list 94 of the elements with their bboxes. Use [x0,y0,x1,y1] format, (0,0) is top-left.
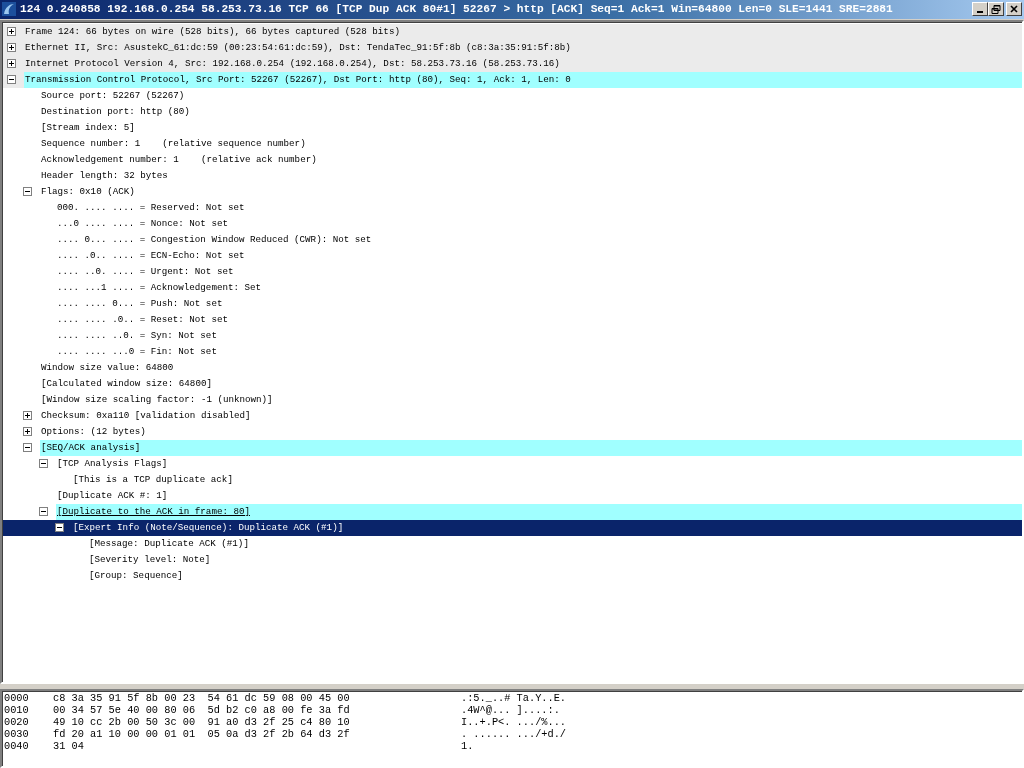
restore-button[interactable] [988,2,1004,17]
close-icon [1010,5,1018,14]
hex-offset: 0030 [4,728,30,741]
tree-row[interactable]: .... .... ..0. = Syn: Not set [3,327,1022,344]
field-text: .... 0... .... = Congestion Window Reduced (CWR): Not set [56,232,373,247]
tree-row[interactable]: [Group: Sequence] [3,567,1022,584]
minimize-button[interactable] [972,2,988,17]
hex-bytes: 31 04 [53,740,85,753]
field-text: Ethernet II, Src: AsustekC_61:dc:59 (00:23:54:61:dc:59), Dst: TendaTec_91:5f:8b (c8:3a:35:91:5f:8b) [24,40,572,55]
hex-bytes: fd 20 a1 10 00 00 01 01 05 0a d3 2f 2b 64 d3 2f [53,728,351,741]
hex-bytes: 00 34 57 5e 40 00 80 06 5d b2 c0 a8 00 fe 3a fd [53,704,351,717]
field-text: Sequence number: 1 (relative sequence number) [40,136,307,151]
ascii-text: I..+.P<. .../%... [461,716,567,729]
field-text: Destination port: http (80) [40,104,191,119]
collapse-icon[interactable] [39,459,48,469]
field-text: Flags: 0x10 (ACK) [40,184,136,199]
field-text: [This is a TCP duplicate ack] [72,472,234,487]
field-text: 000. .... .... = Reserved: Not set [56,200,246,215]
hex-offset: 0010 [4,704,30,717]
tree-row[interactable]: [Stream index: 5] [3,119,1022,136]
ascii-text: .4W^@... ]....:. [461,704,560,717]
hex-offset: 0040 [4,740,30,753]
tree-row[interactable]: [TCP Analysis Flags] [3,455,1022,472]
collapse-icon[interactable] [23,187,32,197]
hex-offset: 0020 [4,716,30,729]
hex-offset: 0000 [4,692,30,705]
field-text: Internet Protocol Version 4, Src: 192.168.0.254 (192.168.0.254), Dst: 58.253.73.16 (58.253.73.16) [24,56,561,71]
field-text: [TCP Analysis Flags] [56,456,169,471]
collapse-icon[interactable] [39,507,48,517]
tree-row[interactable]: .... .... 0... = Push: Not set [3,295,1022,312]
tree-row[interactable]: Flags: 0x10 (ACK) [3,183,1022,200]
field-text: [Calculated window size: 64800] [40,376,213,391]
field-text: .... ...1 .... = Acknowledgement: Set [56,280,262,295]
field-text: .... .... ...0 = Fin: Not set [56,344,218,359]
hex-bytes: c8 3a 35 91 5f 8b 00 23 54 61 dc 59 08 00 45 00 [53,692,351,705]
tree-row[interactable]: [Window size scaling factor: -1 (unknown)] [3,391,1022,408]
ascii-text: 1. [461,740,474,753]
field-text: Window size value: 64800 [40,360,175,375]
tree-row[interactable]: .... ...1 .... = Acknowledgement: Set [3,279,1022,296]
tree-row[interactable]: .... .0.. .... = ECN-Echo: Not set [3,247,1022,264]
field-text: [Expert Info (Note/Sequence): Duplicate ACK (#1)] [72,520,345,535]
field-text: .... .... .0.. = Reset: Not set [56,312,229,327]
field-text: .... .... 0... = Push: Not set [56,296,224,311]
field-text: .... ..0. .... = Urgent: Not set [56,264,235,279]
field-text: [Group: Sequence] [88,568,184,583]
tree-row[interactable]: Acknowledgement number: 1 (relative ack number) [3,151,1022,168]
tree-row[interactable]: 000. .... .... = Reserved: Not set [3,199,1022,216]
restore-icon [991,5,1001,14]
expand-icon[interactable] [7,27,16,37]
tree-row[interactable]: [Severity level: Note] [3,551,1022,568]
ascii-text: . ...... .../+d./ [461,728,567,741]
window-title: 124 0.240858 192.168.0.254 58.253.73.16 TCP 66 [TCP Dup ACK 80#1] 52267 > http [ACK] Seq=1 Ack=1 Win=64800 Len=0 SLE=1441 SRE=2881 [20,3,894,16]
expand-icon[interactable] [23,427,32,437]
field-text: Frame 124: 66 bytes on wire (528 bits), 66 bytes captured (528 bits) [24,24,401,39]
tree-row[interactable]: [Message: Duplicate ACK (#1)] [3,535,1022,552]
field-text: [Severity level: Note] [88,552,212,567]
field-text: ...0 .... .... = Nonce: Not set [56,216,229,231]
tree-row[interactable]: .... .... .0.. = Reset: Not set [3,311,1022,328]
field-text: Options: (12 bytes) [40,424,147,439]
hex-bytes: 49 10 cc 2b 00 50 3c 00 91 a0 d3 2f 25 c4 80 10 [53,716,351,729]
field-text: [Duplicate ACK #: 1] [56,488,169,503]
tree-row[interactable]: .... 0... .... = Congestion Window Reduced (CWR): Not set [3,231,1022,248]
tree-row[interactable]: .... ..0. .... = Urgent: Not set [3,263,1022,280]
collapse-icon[interactable] [55,523,64,533]
field-text: Source port: 52267 (52267) [40,88,186,103]
tree-row[interactable]: ...0 .... .... = Nonce: Not set [3,215,1022,232]
tree-row[interactable]: [Calculated window size: 64800] [3,375,1022,392]
tree-row[interactable]: Checksum: 0xa110 [validation disabled] [3,407,1022,424]
collapse-icon[interactable] [23,443,32,453]
expand-icon[interactable] [7,59,16,69]
collapse-icon[interactable] [7,75,16,85]
tree-row[interactable]: .... .... ...0 = Fin: Not set [3,343,1022,360]
field-text: Checksum: 0xa110 [validation disabled] [40,408,252,423]
tree-row[interactable]: Options: (12 bytes) [3,423,1022,440]
expand-icon[interactable] [23,411,32,421]
field-text: [Message: Duplicate ACK (#1)] [88,536,250,551]
ascii-text: .:5._..# Ta.Y..E. [461,692,567,705]
tree-row[interactable]: Destination port: http (80) [3,103,1022,120]
tree-row[interactable]: Source port: 52267 (52267) [3,87,1022,104]
expand-icon[interactable] [7,43,16,53]
tree-row[interactable]: Frame 124: 66 bytes on wire (528 bits), 66 bytes captured (528 bits) [3,23,1022,40]
field-text: .... .... ..0. = Syn: Not set [56,328,218,343]
field-text: [Window size scaling factor: -1 (unknown)] [40,392,274,407]
tree-row[interactable]: [Duplicate ACK #: 1] [3,487,1022,504]
tree-row[interactable]: Sequence number: 1 (relative sequence number) [3,135,1022,152]
tree-row[interactable]: Header length: 32 bytes [3,167,1022,184]
app-logo-icon [2,2,16,17]
tree-row[interactable]: [This is a TCP duplicate ack] [3,471,1022,488]
close-button[interactable] [1006,2,1022,17]
field-text: Acknowledgement number: 1 (relative ack number) [40,152,318,167]
field-text: [Stream index: 5] [40,120,136,135]
tree-row[interactable]: Window size value: 64800 [3,359,1022,376]
field-text: .... .0.. .... = ECN-Echo: Not set [56,248,246,263]
field-text: Header length: 32 bytes [40,168,169,183]
